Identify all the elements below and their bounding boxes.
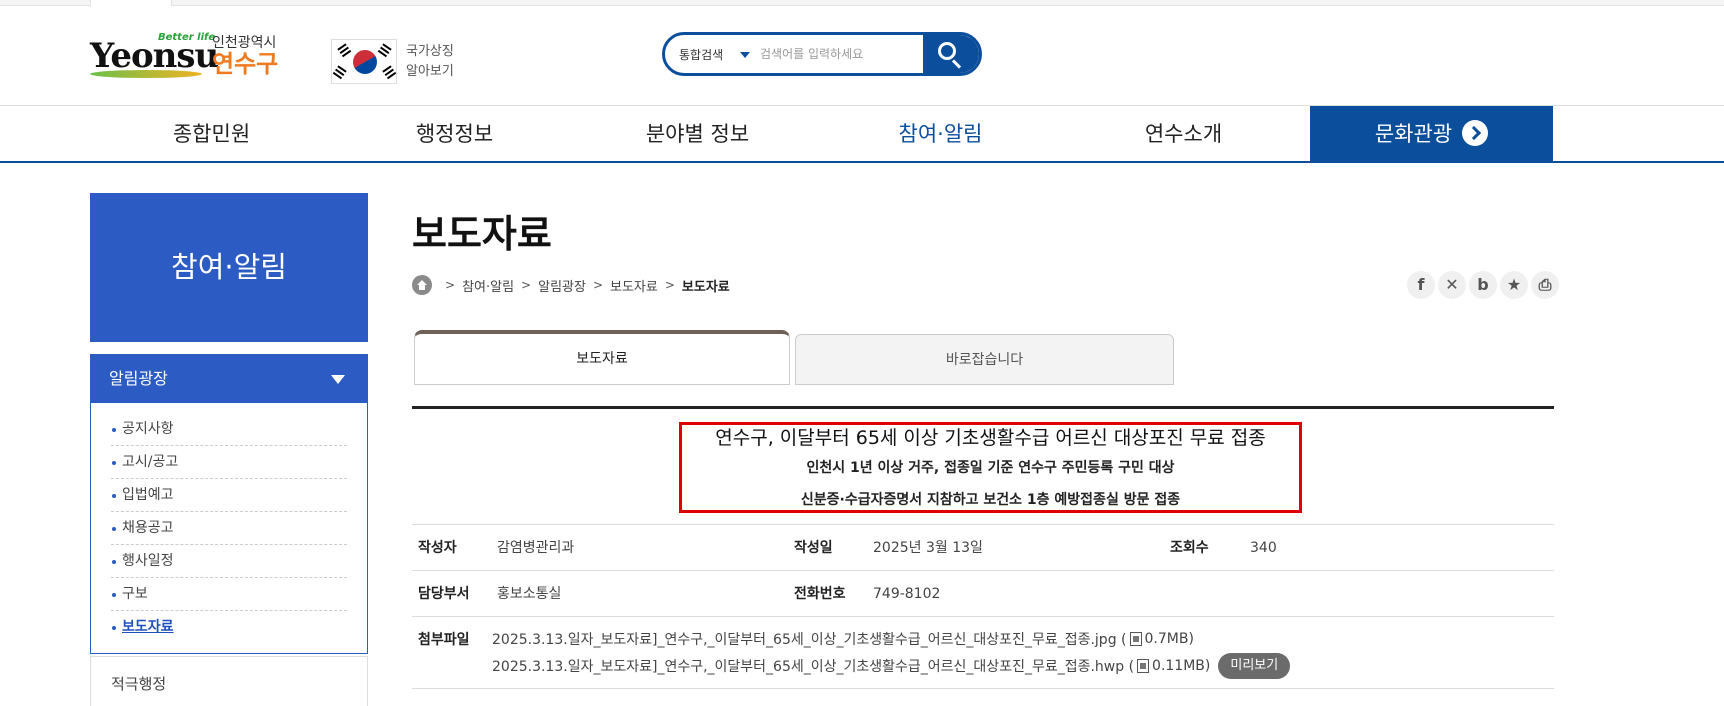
print-icon[interactable]: ⎙	[1531, 271, 1559, 299]
author-label: 작성자	[418, 540, 457, 556]
blog-icon[interactable]: b	[1469, 271, 1497, 299]
breadcrumb-separator: >	[445, 278, 456, 292]
logo-swoosh	[90, 70, 202, 78]
lnb-item-press[interactable]: 보도자료	[111, 611, 347, 644]
star-icon[interactable]: ★	[1500, 271, 1528, 299]
logo-gu: 연수구	[212, 50, 279, 78]
file-name: 2025.3.13.일자_보도자료]_연수구,_이달부터_65세_이상_기초생활…	[492, 632, 1127, 648]
search-bar: 통합검색	[662, 32, 982, 76]
gnb-item-civil[interactable]: 종합민원	[90, 106, 333, 162]
main-nav: 종합민원 행정정보 분야별 정보 참여·알림 연수소개 문화관광	[0, 105, 1724, 163]
chevron-right-icon	[1462, 120, 1489, 146]
national-symbol-link[interactable]: 국가상징 알아보기	[406, 42, 466, 82]
lnb-group-label: 알림광장	[109, 369, 168, 388]
search-input[interactable]	[760, 43, 910, 65]
tab-correction[interactable]: 바로잡습니다	[795, 334, 1174, 385]
preview-button[interactable]: 미리보기	[1218, 653, 1291, 679]
lnb-item-events[interactable]: 행사일정	[111, 545, 347, 578]
gnb-item-field[interactable]: 분야별 정보	[576, 106, 819, 162]
gnb-item-about[interactable]: 연수소개	[1062, 106, 1305, 162]
trigram-icon	[337, 65, 347, 73]
author-value: 감염병관리과	[497, 540, 575, 556]
board-top-divider	[412, 406, 1554, 409]
breadcrumb-item[interactable]: 보도자료	[610, 276, 658, 295]
trigram-icon	[337, 43, 347, 51]
page-title: 보도자료	[412, 212, 552, 256]
files-label: 첨부파일	[418, 632, 470, 648]
article-headline: 연수구, 이달부터 65세 이상 기초생활수급 어르신 대상포진 무료 접종	[715, 427, 1266, 449]
breadcrumb-separator: >	[521, 278, 532, 292]
x-icon[interactable]: ✕	[1438, 271, 1466, 299]
share-toolbar: f ✕ b ★ ⎙	[1404, 271, 1559, 299]
search-icon	[938, 42, 956, 60]
breadcrumb-separator: >	[592, 278, 604, 292]
browser-top-strip	[0, 0, 1724, 6]
gnb-item-participation[interactable]: 참여·알림	[819, 106, 1062, 162]
image-file-icon	[1129, 632, 1142, 646]
search-button[interactable]	[923, 35, 979, 73]
file-link-hwp[interactable]: 2025.3.13.일자_보도자료]_연수구,_이달부터_65세_이상_기초생활…	[492, 653, 1291, 679]
caret-down-icon	[331, 375, 345, 384]
lnb-item-gazette[interactable]: 구보	[111, 578, 347, 611]
file-name: 2025.3.13.일자_보도자료]_연수구,_이달부터_65세_이상_기초생활…	[492, 659, 1135, 675]
lnb-item-legislation[interactable]: 입법예고	[111, 479, 347, 512]
korea-flag-icon[interactable]	[331, 39, 397, 84]
date-label: 작성일	[794, 540, 833, 556]
phone-label: 전화번호	[794, 586, 846, 602]
lnb-item-announcement[interactable]: 고시/공고	[111, 446, 347, 479]
breadcrumb-item[interactable]: 참여·알림	[462, 276, 514, 295]
info-row-files: 첨부파일 2025.3.13.일자_보도자료]_연수구,_이달부터_65세_이상…	[412, 617, 1554, 689]
breadcrumb-current: 보도자료	[681, 279, 730, 295]
document-file-icon	[1137, 659, 1150, 673]
taegeuk-icon	[348, 45, 382, 79]
home-icon[interactable]	[412, 275, 432, 295]
dept-label: 담당부서	[418, 586, 470, 602]
site-logo[interactable]: Better life Yeonsu 인천광역시 연수구	[90, 32, 290, 82]
lnb-list: 공지사항 고시/공고 입법예고 채용공고 행사일정 구보 보도자료	[91, 403, 367, 644]
lnb-item-notice[interactable]: 공지사항	[111, 413, 347, 446]
info-row-author: 작성자 감염병관리과 작성일 2025년 3월 13일 조회수 340	[412, 524, 1554, 571]
views-value: 340	[1250, 540, 1277, 556]
search-icon-handle	[951, 59, 962, 69]
article-subtitle-1: 인천시 1년 이상 거주, 접종일 기준 연수구 주민등록 구민 대상	[806, 460, 1175, 476]
top-tab[interactable]	[90, 0, 172, 6]
search-scope-select[interactable]: 통합검색	[679, 46, 723, 63]
caret-down-icon[interactable]	[740, 52, 750, 58]
gnb-item-admin[interactable]: 행정정보	[333, 106, 576, 162]
trigram-icon	[382, 65, 392, 73]
lnb-item-proactive[interactable]: 적극행정	[90, 656, 368, 706]
phone-value: 749-8102	[873, 586, 941, 602]
breadcrumb: > 참여·알림 > 알림광장 > 보도자료 > 보도자료	[412, 275, 730, 295]
lnb-group-toggle[interactable]: 알림광장	[91, 355, 367, 403]
lnb-menu: 알림광장 공지사항 고시/공고 입법예고 채용공고 행사일정 구보 보도자료	[90, 354, 368, 654]
trigram-icon	[382, 43, 392, 51]
breadcrumb-separator: >	[664, 278, 675, 292]
article-headline-box: 연수구, 이달부터 65세 이상 기초생활수급 어르신 대상포진 무료 접종 인…	[679, 422, 1302, 513]
breadcrumb-item[interactable]: 알림광장	[538, 276, 586, 295]
gnb-culture-label: 문화관광	[1374, 122, 1453, 146]
tab-press[interactable]: 보도자료	[414, 330, 790, 385]
dept-value: 홍보소통실	[497, 586, 562, 602]
file-link-jpg[interactable]: 2025.3.13.일자_보도자료]_연수구,_이달부터_65세_이상_기초생활…	[492, 629, 1194, 649]
info-row-dept: 담당부서 홍보소통실 전화번호 749-8102	[412, 571, 1554, 617]
gnb-item-culture[interactable]: 문화관광	[1310, 106, 1553, 162]
board-tabs: 보도자료 바로잡습니다	[414, 330, 1174, 385]
file-size: 0.7MB)	[1144, 631, 1194, 647]
lnb-item-recruit[interactable]: 채용공고	[111, 512, 347, 545]
views-label: 조회수	[1170, 540, 1209, 556]
facebook-icon[interactable]: f	[1407, 271, 1435, 299]
date-value: 2025년 3월 13일	[873, 540, 983, 556]
lnb-title: 참여·알림	[90, 193, 368, 342]
article-subtitle-2: 신분증·수급자증명서 지참하고 보건소 1층 예방접종실 방문 접종	[800, 492, 1181, 508]
file-size: 0.11MB)	[1152, 658, 1211, 674]
